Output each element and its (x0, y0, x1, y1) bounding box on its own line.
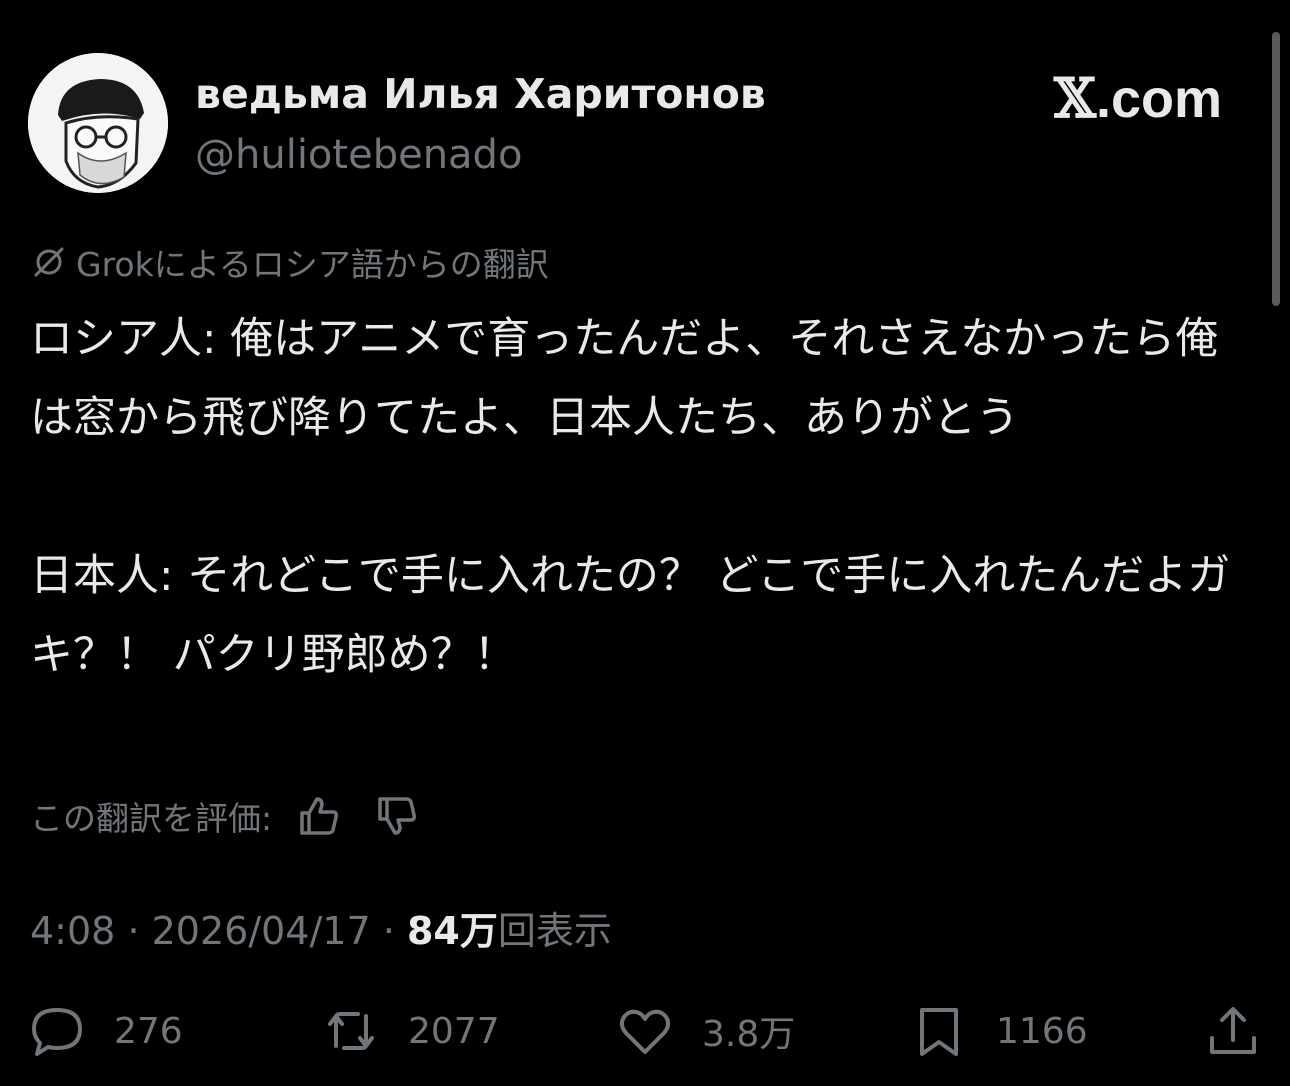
translation-note[interactable]: Grokによるロシア語からの翻訳 (30, 238, 549, 286)
brand-logo: 𝕏.com (1054, 66, 1222, 130)
action-bar: 276 2077 3.8万 1166 (0, 996, 1290, 1066)
reply-icon (32, 1008, 82, 1056)
translation-note-label: Grokによるロシア語からの翻訳 (76, 245, 549, 284)
tweet-paragraph: 日本人: それどこで手に入れたの？ どこで手に入れたんだよガキ？！ パクリ野郎め… (30, 551, 1231, 680)
repost-count: 2077 (408, 1010, 500, 1052)
rate-translation-label: この翻訳を評価: (30, 799, 273, 838)
x-logo-icon: 𝕏 (1054, 66, 1096, 130)
like-icon (619, 1009, 671, 1054)
tweet-paragraph: ロシア人: 俺はアニメで育ったんだよ、それさえなかったら俺は窓から飛び降りてたよ… (30, 314, 1219, 443)
repost-icon (328, 1012, 374, 1050)
repost-button[interactable]: 2077 (322, 996, 500, 1066)
views-label: 回表示 (497, 909, 612, 953)
scrollbar[interactable] (1272, 32, 1280, 306)
tweet-text: ロシア人: 俺はアニメで育ったんだよ、それさえなかったら俺は窓から飛び降りてたよ… (30, 300, 1250, 695)
reply-count: 276 (114, 1010, 183, 1052)
like-button[interactable]: 3.8万 (616, 996, 795, 1066)
tweet-date[interactable]: 2026/04/17 (152, 909, 371, 953)
bookmark-button[interactable]: 1166 (910, 996, 1088, 1066)
author-display-name[interactable]: ведьма Илья Харитонов (195, 70, 766, 118)
thumbs-up-icon[interactable] (296, 793, 342, 839)
bookmark-icon (920, 1008, 958, 1056)
tweet-meta: 4:08 · 2026/04/17 · 84万回表示 (30, 900, 612, 955)
translate-icon (34, 247, 64, 277)
share-button[interactable] (1204, 996, 1262, 1066)
views-count[interactable]: 84万 (407, 909, 498, 953)
bookmark-count: 1166 (996, 1010, 1088, 1052)
author-handle[interactable]: @huliotebenado (195, 132, 522, 178)
thumbs-down-icon[interactable] (374, 793, 420, 839)
meta-separator: · (382, 909, 395, 953)
rate-translation: この翻訳を評価: (30, 792, 420, 840)
like-count: 3.8万 (702, 1014, 796, 1055)
reply-button[interactable]: 276 (28, 996, 183, 1066)
meta-separator: · (127, 909, 140, 953)
tweet-time[interactable]: 4:08 (30, 909, 115, 953)
avatar[interactable] (28, 53, 168, 193)
share-icon (1210, 1007, 1256, 1054)
brand-domain: .com (1095, 69, 1222, 129)
